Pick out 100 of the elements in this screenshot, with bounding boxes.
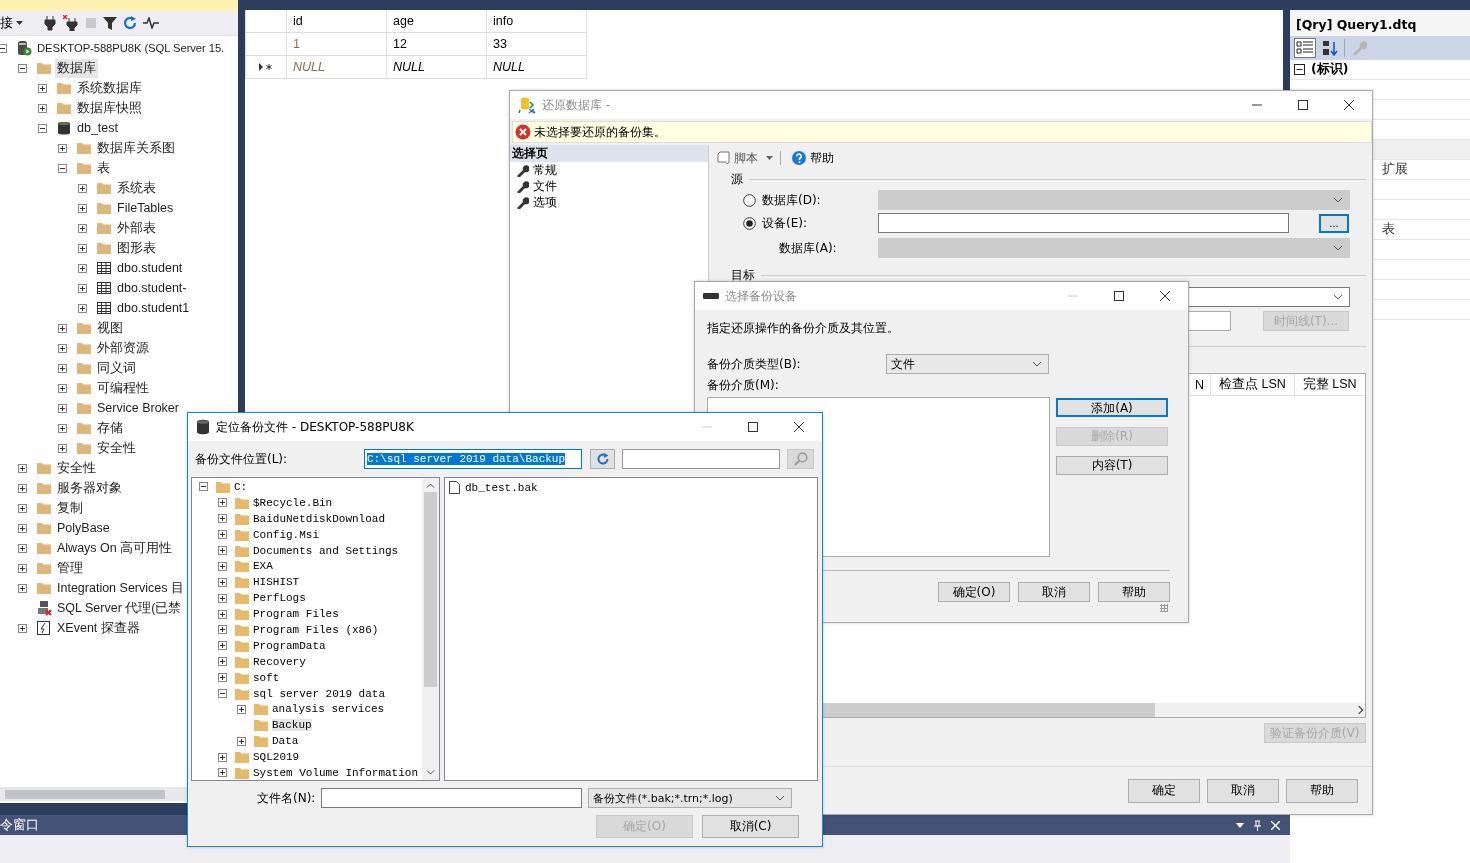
page-item[interactable]: 选项 <box>533 193 557 211</box>
expand-icon[interactable] <box>218 498 227 508</box>
folder-item[interactable]: analysis services <box>272 703 385 716</box>
expand-icon[interactable] <box>218 593 227 603</box>
radio-label[interactable]: 数据库(D): <box>762 191 821 209</box>
expand-icon[interactable] <box>58 383 67 393</box>
tree-item[interactable]: 系统表 <box>115 178 158 198</box>
tree-item[interactable]: 存储 <box>95 418 125 438</box>
activity-icon[interactable] <box>143 17 159 29</box>
column-header[interactable]: 完整 LSN <box>1293 374 1365 395</box>
tree-item[interactable]: dbo.student <box>115 260 185 276</box>
expand-icon[interactable] <box>18 623 27 633</box>
expand-icon[interactable] <box>218 577 227 587</box>
collapse-icon[interactable] <box>199 482 208 492</box>
radio-button[interactable] <box>743 193 756 207</box>
page-item[interactable]: 文件 <box>533 177 557 195</box>
expand-icon[interactable] <box>237 736 246 746</box>
tree-item[interactable]: 安全性 <box>95 438 138 458</box>
expand-icon[interactable] <box>18 503 27 513</box>
close-icon[interactable] <box>1160 291 1170 301</box>
close-icon[interactable] <box>1344 100 1354 110</box>
maximize-icon[interactable] <box>748 422 758 432</box>
dialog-button[interactable]: 确定(O) <box>938 582 1010 602</box>
select-all-cell[interactable] <box>246 10 287 33</box>
dialog-button[interactable]: 取消(C) <box>702 815 799 838</box>
media-type-dropdown[interactable]: 文件 <box>886 354 1049 374</box>
expand-icon[interactable] <box>38 83 47 93</box>
action-button[interactable]: 添加(A) <box>1056 398 1168 417</box>
maximize-icon[interactable] <box>1114 291 1124 301</box>
action-button[interactable]: 内容(T) <box>1056 456 1168 475</box>
script-button[interactable]: 脚本 <box>713 148 762 168</box>
tree-item[interactable]: 可编程性 <box>95 378 151 398</box>
column-header[interactable]: N <box>1193 374 1211 395</box>
category-row[interactable]: (标识) <box>1290 60 1470 80</box>
expand-icon[interactable] <box>18 563 27 573</box>
tree-item[interactable]: Integration Services 目 <box>55 578 186 598</box>
page-item[interactable]: 常规 <box>533 161 557 179</box>
disconnect-icon[interactable] <box>63 15 79 31</box>
dialog-button[interactable]: 取消 <box>1018 582 1090 602</box>
tree-item[interactable]: 数据库关系图 <box>95 138 177 158</box>
collapse-icon[interactable] <box>38 123 47 133</box>
expand-icon[interactable] <box>218 768 227 778</box>
folder-item[interactable]: Recovery <box>253 655 306 668</box>
expand-icon[interactable] <box>218 752 227 762</box>
tree-item[interactable]: 数据库 <box>55 58 98 78</box>
dialog-button[interactable]: 帮助 <box>1098 582 1170 602</box>
expand-icon[interactable] <box>58 443 67 453</box>
tree-item[interactable]: 视图 <box>95 318 125 338</box>
expand-icon[interactable] <box>218 673 227 683</box>
expand-icon[interactable] <box>218 514 227 524</box>
resize-grip[interactable] <box>1160 604 1168 612</box>
caret-icon[interactable] <box>1236 822 1244 828</box>
folder-item[interactable]: PerfLogs <box>253 592 306 605</box>
folder-item[interactable]: Data <box>272 735 299 748</box>
folder-item[interactable]: EXA <box>253 560 273 573</box>
close-icon[interactable] <box>794 422 804 432</box>
column-header[interactable]: 检查点 LSN <box>1210 374 1294 395</box>
dialog-button[interactable]: 确定 <box>1128 778 1200 803</box>
help-button[interactable]: 帮助 <box>788 148 838 168</box>
folder-item[interactable]: Documents and Settings <box>253 544 399 557</box>
maximize-icon[interactable] <box>1298 100 1308 110</box>
collapse-icon[interactable] <box>218 689 227 698</box>
tree-item[interactable]: PolyBase <box>55 520 112 536</box>
tree-item[interactable]: 安全性 <box>55 458 98 478</box>
expand-icon[interactable] <box>18 543 27 553</box>
expand-icon[interactable] <box>38 103 47 113</box>
folder-item[interactable]: ProgramData <box>253 639 326 652</box>
tree-item[interactable]: 表 <box>95 158 112 178</box>
expand-icon[interactable] <box>58 423 67 433</box>
folder-item[interactable]: SQL2019 <box>253 751 300 764</box>
tree-item[interactable]: XEvent 探查器 <box>55 618 142 638</box>
expand-icon[interactable] <box>218 546 227 555</box>
tree-item[interactable]: Always On 高可用性 <box>55 538 175 558</box>
row-header[interactable] <box>246 56 287 79</box>
column-header[interactable]: info <box>487 10 587 33</box>
expand-icon[interactable] <box>237 704 246 714</box>
expand-icon[interactable] <box>78 223 87 233</box>
caret-icon[interactable] <box>766 156 773 160</box>
expand-icon[interactable] <box>18 463 27 473</box>
folder-item[interactable]: BaiduNetdiskDownload <box>253 512 386 525</box>
tree-item[interactable]: 外部表 <box>115 218 158 238</box>
expand-icon[interactable] <box>58 323 67 333</box>
folder-item[interactable]: Backup <box>272 719 312 732</box>
tree-item[interactable]: FileTables <box>115 200 176 216</box>
dialog-button[interactable]: 帮助 <box>1286 778 1358 803</box>
column-header[interactable]: id <box>287 10 387 33</box>
expand-icon[interactable] <box>218 625 227 635</box>
expand-icon[interactable] <box>58 143 67 153</box>
folder-item[interactable]: sql server 2019 data <box>253 687 386 700</box>
expand-icon[interactable] <box>78 203 87 213</box>
tree-item[interactable]: dbo.student1 <box>115 300 192 316</box>
file-name-field[interactable] <box>321 788 583 808</box>
tree-item[interactable]: SQL Server 代理(已禁 <box>55 598 184 618</box>
browse-button[interactable]: ... <box>1319 213 1349 233</box>
tree-item[interactable]: 数据库快照 <box>75 98 144 118</box>
refresh-icon[interactable] <box>123 16 137 30</box>
radio-label[interactable]: 设备(E): <box>762 214 807 232</box>
collapse-icon[interactable] <box>18 63 27 73</box>
expand-icon[interactable] <box>78 263 87 273</box>
connect-button[interactable]: 接 <box>0 14 27 32</box>
